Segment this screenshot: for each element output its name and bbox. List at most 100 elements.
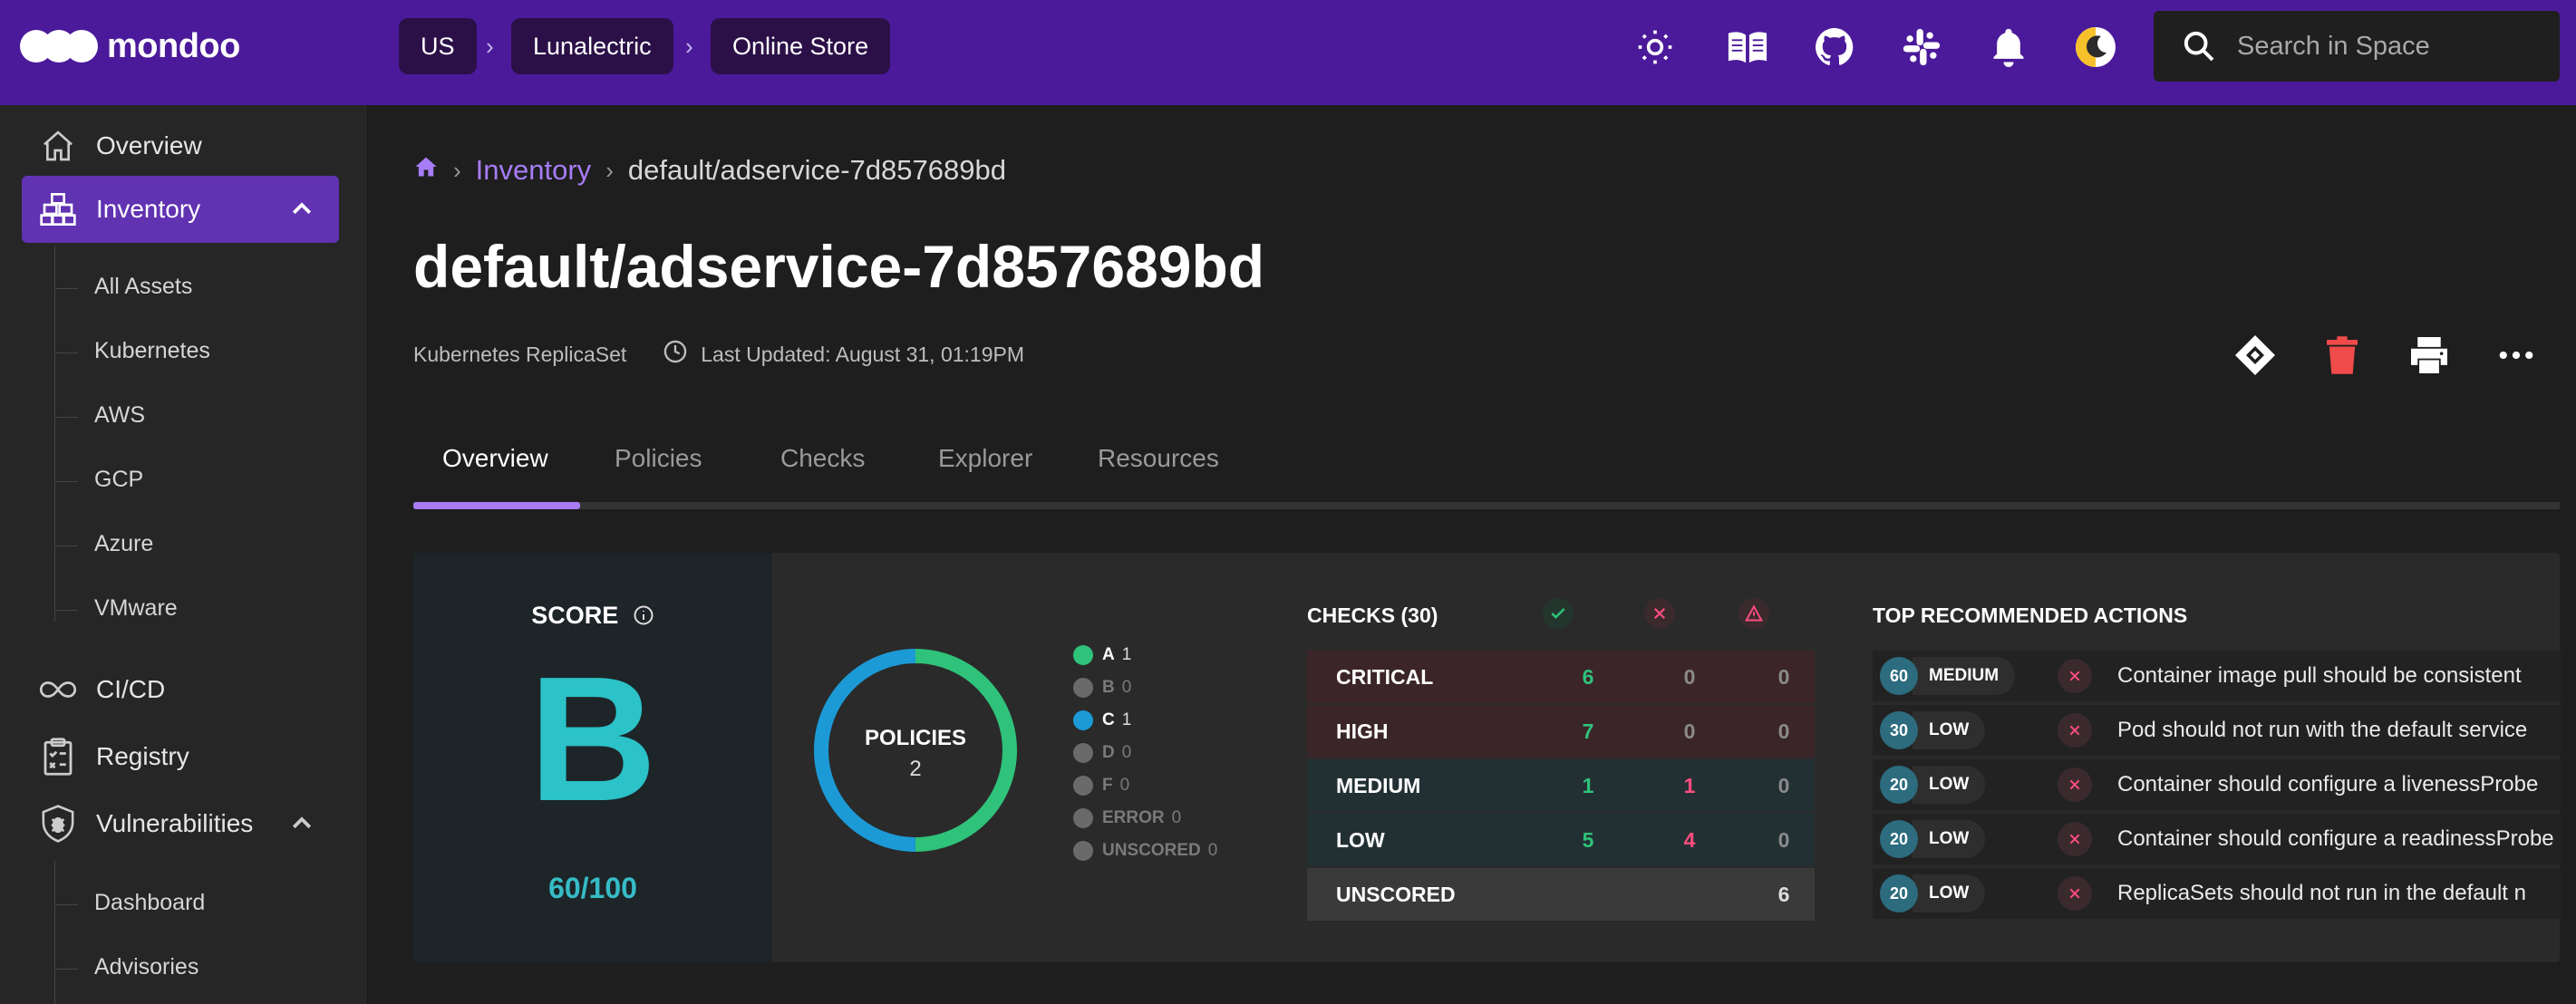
breadcrumb-region[interactable]: US bbox=[399, 18, 477, 74]
docs-book-icon[interactable] bbox=[1722, 22, 1773, 72]
legend-grade: B bbox=[1102, 678, 1115, 697]
legend-grade: ERROR bbox=[1102, 808, 1165, 827]
bell-icon[interactable] bbox=[1983, 22, 2034, 72]
score-label-row: SCORE bbox=[413, 602, 772, 630]
legend-item-f[interactable]: F 0 bbox=[1073, 776, 1129, 796]
legend-grade: C bbox=[1102, 710, 1115, 729]
legend-dot bbox=[1073, 743, 1093, 763]
top-bar: mondoo US › Lunalectric › Online Store bbox=[0, 0, 2576, 105]
legend-count: 0 bbox=[1171, 808, 1182, 827]
checks-row-low[interactable]: LOW 5 4 0 bbox=[1307, 814, 1815, 866]
error-count: 0 bbox=[1777, 664, 1790, 689]
sidebar-item-inventory[interactable]: Inventory bbox=[22, 176, 339, 243]
tab-checks[interactable]: Checks bbox=[780, 444, 865, 473]
sidebar-item-overview[interactable]: Overview bbox=[22, 112, 339, 179]
sidebar-item-vulnerabilities[interactable]: Vulnerabilities bbox=[22, 790, 339, 857]
github-icon[interactable] bbox=[1809, 22, 1860, 72]
last-updated: Last Updated: August 31, 01:19PM bbox=[701, 342, 1025, 366]
legend-dot bbox=[1073, 678, 1093, 698]
theme-toggle-icon[interactable] bbox=[2070, 22, 2121, 72]
legend-count: 1 bbox=[1121, 710, 1132, 729]
top-recommended-actions: TOP RECOMMENDED ACTIONS MEDIUM 60 Contai… bbox=[1873, 553, 2561, 962]
sidebar-subitem-aws[interactable]: AWS bbox=[94, 402, 145, 429]
home-icon[interactable] bbox=[413, 154, 439, 187]
fail-x-icon bbox=[2058, 659, 2092, 693]
sidebar-subitem-vmware[interactable]: VMware bbox=[94, 595, 178, 622]
search-box[interactable] bbox=[2154, 11, 2560, 82]
tab-explorer[interactable]: Explorer bbox=[938, 444, 1032, 473]
sidebar-subitem-dashboard[interactable]: Dashboard bbox=[94, 890, 205, 916]
check-pass-icon bbox=[1543, 598, 1574, 629]
info-icon[interactable] bbox=[633, 604, 654, 626]
action-text: ReplicaSets should not run in the defaul… bbox=[2117, 881, 2526, 905]
severity-badge: MEDIUM bbox=[1913, 657, 2016, 695]
inventory-icon bbox=[38, 189, 78, 229]
top-actions-title: TOP RECOMMENDED ACTIONS bbox=[1873, 603, 2188, 627]
tab-resources[interactable]: Resources bbox=[1098, 444, 1219, 473]
score-value: 60/100 bbox=[548, 872, 637, 904]
sidebar-item-label: Overview bbox=[96, 131, 202, 159]
breadcrumb-region-label: US bbox=[421, 32, 455, 60]
breadcrumb-space[interactable]: Online Store bbox=[711, 18, 891, 74]
tab-bar: Overview Policies Checks Explorer Resour… bbox=[413, 433, 2560, 509]
action-row[interactable]: LOW 30 Pod should not run with the defau… bbox=[1873, 705, 2561, 756]
policies-donut[interactable]: POLICIES 2 bbox=[810, 645, 1021, 855]
pass-count: 1 bbox=[1582, 773, 1594, 797]
tree-tick bbox=[54, 417, 78, 418]
check-fail-icon bbox=[1644, 598, 1675, 629]
legend-item-b[interactable]: B 0 bbox=[1073, 678, 1131, 698]
search-input[interactable] bbox=[2237, 31, 2545, 62]
legend-count: 0 bbox=[1207, 841, 1218, 860]
overview-panel: SCORE B 60/100 POLICIES 2 A 1 B 0 C 1 D … bbox=[413, 553, 2561, 962]
sidebar-subitem-advisories[interactable]: Advisories bbox=[94, 954, 199, 980]
sidebar-item-cicd[interactable]: CI/CD bbox=[22, 656, 339, 723]
risk-score: 20 bbox=[1880, 874, 1918, 912]
pass-count: 7 bbox=[1582, 719, 1594, 743]
chevron-up-icon[interactable] bbox=[288, 196, 315, 229]
checks-row-high[interactable]: HIGH 7 0 0 bbox=[1307, 705, 1815, 758]
action-row[interactable]: LOW 20 Container should configure a read… bbox=[1873, 814, 2561, 864]
main-content: › Inventory › default/adservice-7d857689… bbox=[368, 105, 2576, 1004]
tab-overview[interactable]: Overview bbox=[442, 444, 548, 473]
slack-icon[interactable] bbox=[1896, 22, 1947, 72]
legend-grade: A bbox=[1102, 645, 1115, 664]
jira-icon[interactable] bbox=[2230, 330, 2281, 381]
checks-row-medium[interactable]: MEDIUM 1 1 0 bbox=[1307, 759, 1815, 812]
sidebar-subitem-gcp[interactable]: GCP bbox=[94, 467, 143, 493]
bug-shield-icon bbox=[38, 804, 78, 844]
fail-x-icon bbox=[2058, 713, 2092, 748]
chevron-up-icon[interactable] bbox=[288, 810, 315, 844]
fail-x-icon bbox=[2058, 767, 2092, 802]
error-count: 0 bbox=[1777, 827, 1790, 852]
tab-policies[interactable]: Policies bbox=[615, 444, 702, 473]
breadcrumb-org-label: Lunalectric bbox=[533, 32, 652, 60]
legend-item-unscored[interactable]: UNSCORED 0 bbox=[1073, 841, 1217, 861]
legend-item-c[interactable]: C 1 bbox=[1073, 710, 1131, 730]
fail-x-icon bbox=[2058, 822, 2092, 856]
mondoo-logo[interactable]: mondoo bbox=[20, 25, 240, 67]
sidebar-subitem-azure[interactable]: Azure bbox=[94, 531, 153, 557]
action-row[interactable]: LOW 20 Container should configure a live… bbox=[1873, 759, 2561, 810]
breadcrumb-org[interactable]: Lunalectric bbox=[511, 18, 673, 74]
tree-tick bbox=[54, 352, 78, 353]
sidebar-subitem-all-assets[interactable]: All Assets bbox=[94, 274, 192, 300]
print-icon[interactable] bbox=[2404, 330, 2455, 381]
action-row[interactable]: LOW 20 ReplicaSets should not run in the… bbox=[1873, 868, 2561, 919]
legend-item-a[interactable]: A 1 bbox=[1073, 645, 1131, 665]
delete-icon[interactable] bbox=[2317, 330, 2368, 381]
severity-label: LOW bbox=[1336, 827, 1385, 852]
sidebar-subitem-kubernetes[interactable]: Kubernetes bbox=[94, 338, 210, 364]
legend-item-error[interactable]: ERROR 0 bbox=[1073, 808, 1181, 828]
action-row[interactable]: MEDIUM 60 Container image pull should be… bbox=[1873, 651, 2561, 701]
checks-row-unscored[interactable]: UNSCORED 6 bbox=[1307, 868, 1815, 921]
pass-count: 6 bbox=[1582, 664, 1594, 689]
legend-count: 0 bbox=[1119, 776, 1130, 795]
breadcrumb-inventory-link[interactable]: Inventory bbox=[476, 154, 592, 187]
checks-row-critical[interactable]: CRITICAL 6 0 0 bbox=[1307, 651, 1815, 703]
legend-item-d[interactable]: D 0 bbox=[1073, 743, 1131, 763]
sidebar-item-label: Vulnerabilities bbox=[96, 809, 254, 837]
tree-line bbox=[54, 246, 55, 622]
sun-icon[interactable] bbox=[1630, 22, 1680, 72]
sidebar-item-registry[interactable]: Registry bbox=[22, 723, 339, 790]
more-icon[interactable] bbox=[2491, 330, 2542, 381]
